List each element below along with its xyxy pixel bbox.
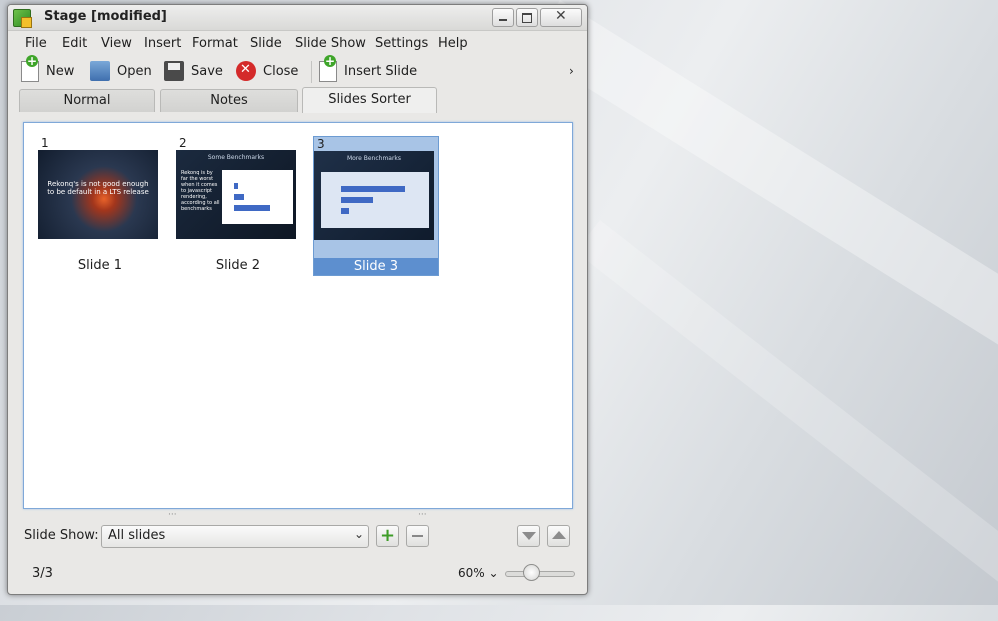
close-document-icon <box>236 61 256 81</box>
insert-slide-button[interactable]: Insert Slide <box>319 54 418 83</box>
benchmark-chart <box>222 170 293 224</box>
new-label: New <box>46 63 75 79</box>
slide-preview: Some Benchmarks Rekonq is by far the wor… <box>176 150 296 239</box>
benchmark-chart <box>321 172 429 228</box>
open-icon <box>90 61 110 81</box>
chevron-down-icon: ⌄ <box>353 527 364 541</box>
arrow-down-icon <box>522 532 536 540</box>
title-bar[interactable]: Stage [modified] ✕ <box>8 5 587 31</box>
move-down-button[interactable] <box>517 525 540 547</box>
menu-file[interactable]: File <box>25 36 47 51</box>
tab-slides-sorter[interactable]: Slides Sorter <box>302 87 437 113</box>
menu-bar: File Edit View Insert Format Slide Slide… <box>8 32 587 54</box>
menu-edit[interactable]: Edit <box>62 36 87 51</box>
page-indicator: 3/3 <box>32 566 53 581</box>
save-label: Save <box>191 63 223 79</box>
minus-icon <box>412 535 423 537</box>
zoom-slider-handle[interactable] <box>523 564 540 581</box>
close-window-button[interactable]: ✕ <box>540 8 582 27</box>
plus-icon: + <box>380 525 396 546</box>
slide-thumbnail-1[interactable]: 1 Rekonq's is not good enough to be defa… <box>38 136 162 274</box>
stage-window: Stage [modified] ✕ File Edit View Insert… <box>7 4 588 595</box>
tab-normal[interactable]: Normal <box>19 89 155 112</box>
main-toolbar: New Open Save Close Insert Slide › <box>8 54 587 86</box>
chart-bar <box>234 205 270 211</box>
menu-slide-show[interactable]: Slide Show <box>295 36 366 51</box>
menu-format[interactable]: Format <box>192 36 238 51</box>
slide-title: Some Benchmarks <box>207 154 265 161</box>
new-button[interactable]: New <box>21 54 75 83</box>
open-button[interactable]: Open <box>90 59 152 83</box>
slide-title: More Benchmarks <box>346 155 402 162</box>
close-button[interactable]: Close <box>236 59 298 83</box>
tab-notes[interactable]: Notes <box>160 89 298 112</box>
close-icon: ✕ <box>555 8 567 24</box>
chart-bar <box>341 186 405 192</box>
insert-slide-icon <box>319 54 337 82</box>
move-up-button[interactable] <box>547 525 570 547</box>
menu-settings[interactable]: Settings <box>375 36 428 51</box>
close-label: Close <box>263 63 299 79</box>
arrow-up-icon <box>552 531 566 539</box>
save-button[interactable]: Save <box>164 59 223 83</box>
slide-sorter-area[interactable]: 1 Rekonq's is not good enough to be defa… <box>23 122 573 509</box>
slide-text: Rekonq's is not good enough to be defaul… <box>47 180 149 196</box>
chart-bar <box>341 208 349 214</box>
save-icon <box>164 61 184 81</box>
splitter-grip-icon[interactable]: ··· <box>168 510 177 520</box>
chart-bar <box>341 197 373 203</box>
slideshow-select[interactable]: All slides ⌄ <box>101 525 369 548</box>
chart-bar <box>234 194 244 200</box>
minimize-button[interactable] <box>492 8 514 27</box>
menu-view[interactable]: View <box>101 36 132 51</box>
toolbar-separator <box>311 61 312 83</box>
window-title: Stage [modified] <box>44 9 167 24</box>
toolbar-overflow-chevron-icon[interactable]: › <box>569 64 574 78</box>
maximize-button[interactable] <box>516 8 538 27</box>
slide-preview: Rekonq's is not good enough to be defaul… <box>38 150 158 239</box>
slide-thumbnail-2[interactable]: 2 Some Benchmarks Rekonq is by far the w… <box>176 136 300 274</box>
slide-number: 2 <box>179 136 187 150</box>
zoom-slider[interactable] <box>505 571 575 577</box>
slide-label: Slide 2 <box>215 258 261 273</box>
chevron-down-icon: ⌄ <box>488 566 499 580</box>
slide-label: Slide 3 <box>314 258 438 275</box>
remove-slideshow-button[interactable] <box>406 525 429 547</box>
slide-number: 1 <box>41 136 49 150</box>
chart-bar <box>234 183 238 189</box>
slideshow-selected-value: All slides <box>108 528 166 543</box>
slide-preview: More Benchmarks <box>314 151 434 240</box>
menu-insert[interactable]: Insert <box>144 36 181 51</box>
menu-slide[interactable]: Slide <box>250 36 282 51</box>
new-document-icon <box>21 54 39 82</box>
insert-slide-label: Insert Slide <box>344 63 418 79</box>
add-slideshow-button[interactable]: + <box>376 525 399 547</box>
zoom-value: 60% <box>458 566 485 580</box>
splitter-grip-icon[interactable]: ··· <box>418 510 427 520</box>
menu-help[interactable]: Help <box>438 36 468 51</box>
open-label: Open <box>117 63 152 79</box>
slide-label: Slide 1 <box>77 258 123 273</box>
zoom-level[interactable]: 60% ⌄ <box>458 566 499 580</box>
stage-app-icon[interactable] <box>13 9 32 28</box>
slide-thumbnail-3[interactable]: 3 More Benchmarks Slide 3 <box>313 136 439 276</box>
view-tabs: Normal Notes Slides Sorter <box>8 87 587 113</box>
slide-number: 3 <box>317 137 325 151</box>
slideshow-label: Slide Show: <box>24 528 99 543</box>
slide-text: Rekonq is by far the worst when it comes… <box>181 170 220 212</box>
